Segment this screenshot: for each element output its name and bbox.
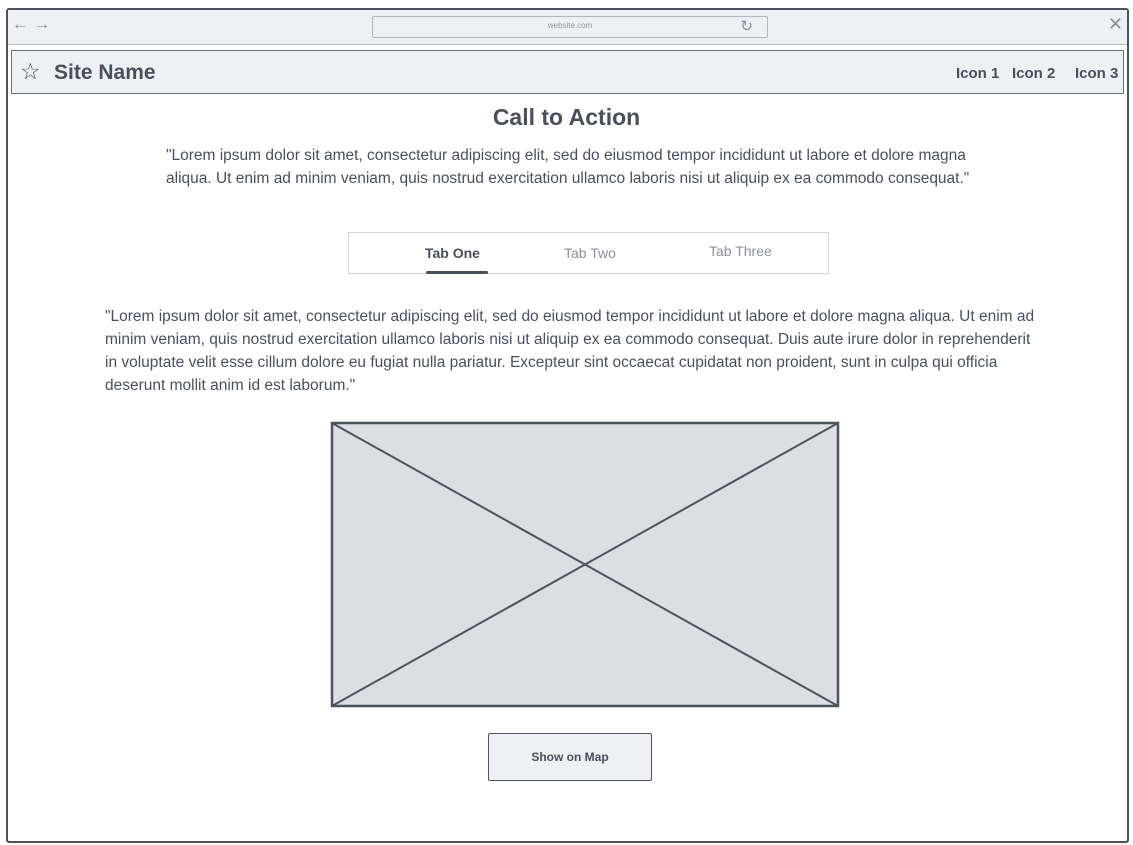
tab-one[interactable]: Tab One xyxy=(425,245,480,261)
header-icon-1[interactable]: Icon 1 xyxy=(956,65,999,82)
star-icon: ☆ xyxy=(20,58,41,84)
url-text: website.com xyxy=(547,21,593,30)
browser-chrome: ← → website.com ↻ ✕ xyxy=(8,10,1127,45)
site-header: ☆ Site Name Icon 1 Icon 2 Icon 3 xyxy=(11,50,1124,94)
intro-paragraph: "Lorem ipsum dolor sit amet, consectetur… xyxy=(166,147,970,187)
reload-icon[interactable]: ↻ xyxy=(740,17,753,35)
active-tab-indicator xyxy=(426,271,488,274)
tab-bar: Tab One Tab Two Tab Three xyxy=(348,232,829,274)
site-name[interactable]: Site Name xyxy=(54,61,156,85)
header-icon-2[interactable]: Icon 2 xyxy=(1012,65,1055,82)
back-arrow-icon[interactable]: ← xyxy=(12,16,28,34)
tab-two[interactable]: Tab Two xyxy=(564,245,616,261)
show-on-map-button[interactable]: Show on Map xyxy=(488,733,652,781)
forward-arrow-icon[interactable]: → xyxy=(34,16,50,34)
tab-three[interactable]: Tab Three xyxy=(709,243,772,259)
image-placeholder xyxy=(330,421,840,708)
close-icon[interactable]: ✕ xyxy=(1108,15,1123,33)
page-title: Call to Action xyxy=(492,104,641,130)
header-icon-3[interactable]: Icon 3 xyxy=(1075,65,1118,82)
address-bar[interactable]: website.com ↻ xyxy=(372,16,768,38)
body-paragraph: "Lorem ipsum dolor sit amet, consectetur… xyxy=(105,308,1035,394)
